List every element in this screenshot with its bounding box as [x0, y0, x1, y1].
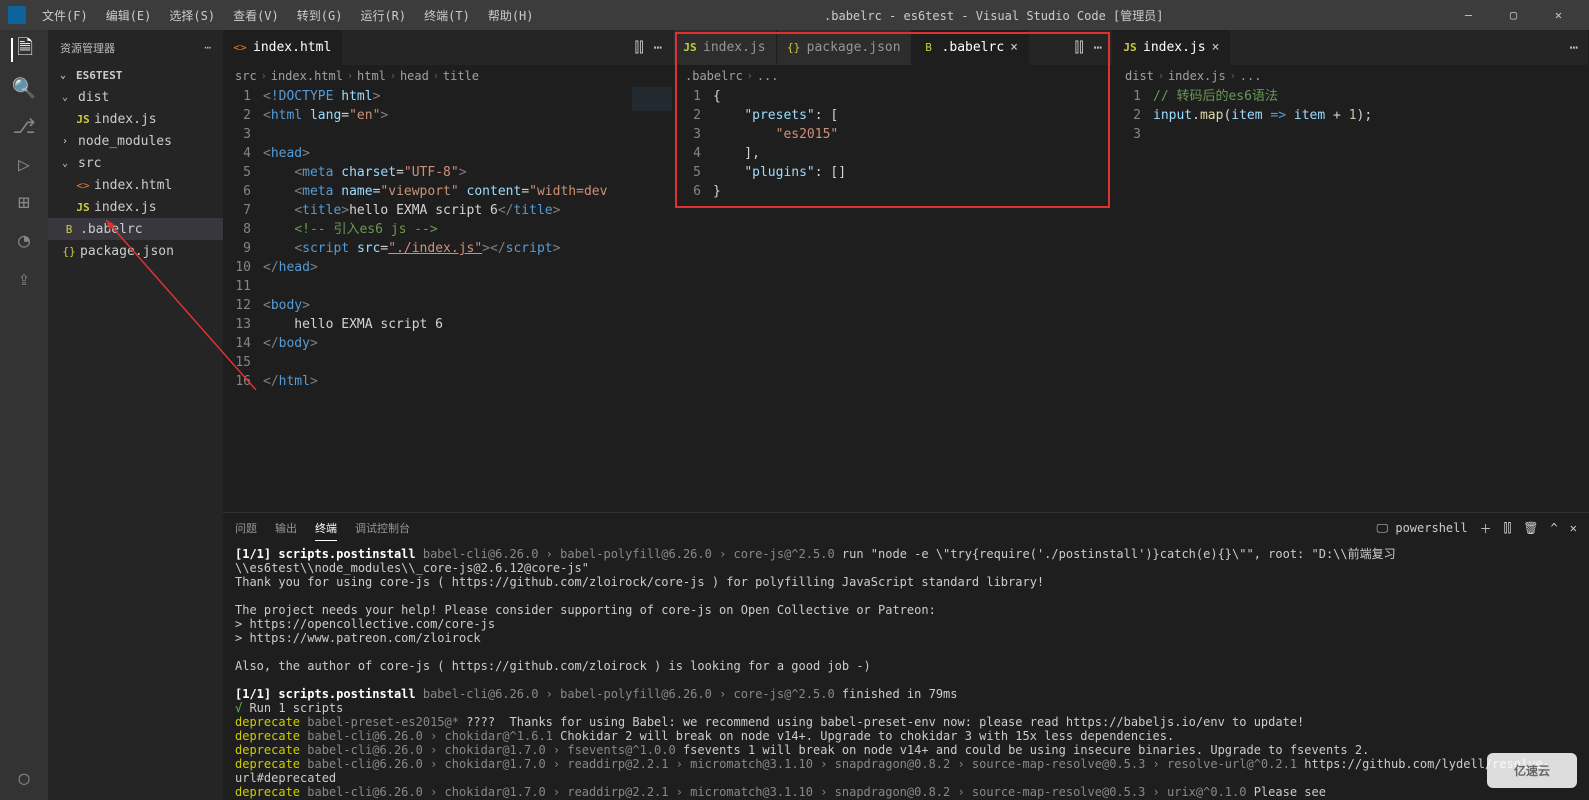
split-editor-icon[interactable]: ⫿⫿	[1075, 40, 1084, 56]
sidebar: 资源管理器 ⋯ ⌄ ES6TEST ⌄distJSindex.js›node_m…	[48, 30, 223, 800]
code-content[interactable]: <!DOCTYPE html> <html lang="en"> <head> …	[263, 87, 632, 512]
editor[interactable]: 12345678910111213141516 <!DOCTYPE html> …	[223, 87, 672, 512]
panel-maximize-icon[interactable]: ^	[1551, 521, 1558, 535]
menu-item[interactable]: 选择(S)	[161, 3, 223, 28]
source-control-icon[interactable]: ⎇	[12, 114, 36, 138]
terminal-split-icon[interactable]: ⫿⫿	[1504, 521, 1512, 536]
panel-close-icon[interactable]: ✕	[1570, 521, 1577, 535]
editor-tab[interactable]: JSindex.js×	[1113, 30, 1230, 65]
tab-more-icon[interactable]: ⋯	[654, 40, 662, 56]
extensions-icon[interactable]: ⊞	[12, 190, 36, 214]
tree-item[interactable]: JSindex.js	[48, 108, 223, 130]
editor-tab[interactable]: <>index.html	[223, 30, 342, 65]
editor-group-1: <>index.html ⫿⫿ ⋯ src›index.html›html›head…	[223, 30, 673, 512]
menu-item[interactable]: 帮助(H)	[480, 3, 542, 28]
menu-item[interactable]: 查看(V)	[225, 3, 287, 28]
tab-more-icon[interactable]: ⋯	[1094, 40, 1102, 56]
editor-tab[interactable]: JSindex.js	[673, 30, 777, 65]
editor[interactable]: 123456 { "presets": [ "es2015" ], "plugi…	[673, 87, 1112, 512]
panel-tab-debug[interactable]: 调试控制台	[355, 516, 410, 540]
accounts-icon[interactable]: ◯	[12, 766, 36, 790]
menu-item[interactable]: 终端(T)	[416, 3, 478, 28]
gutter: 123	[1113, 87, 1153, 512]
tabs-row: JSindex.js{}package.jsonB.babelrc× ⫿⫿ ⋯	[673, 30, 1112, 65]
titlebar: 文件(F)编辑(E)选择(S)查看(V)转到(G)运行(R)终端(T)帮助(H)…	[0, 0, 1589, 30]
tree-item[interactable]: ⌄dist	[48, 86, 223, 108]
menu-item[interactable]: 转到(G)	[289, 3, 351, 28]
panel-tab-output[interactable]: 输出	[275, 516, 297, 540]
tabs-row: <>index.html ⫿⫿ ⋯	[223, 30, 672, 65]
editor-tab[interactable]: B.babelrc×	[912, 30, 1029, 65]
tree-item[interactable]: {}package.json	[48, 240, 223, 262]
sidebar-more-icon[interactable]: ⋯	[204, 41, 211, 54]
breadcrumb[interactable]: .babelrc›...	[673, 65, 1112, 87]
activity-bar: 🗎 🔍 ⎇ ▷ ⊞ ◔ ⇪	[0, 30, 48, 800]
search-icon[interactable]: 🔍	[12, 76, 36, 100]
tab-more-icon[interactable]: ⋯	[1570, 40, 1578, 56]
editor-tab[interactable]: {}package.json	[777, 30, 912, 65]
breadcrumb[interactable]: dist›index.js›...	[1113, 65, 1588, 87]
explorer-icon[interactable]: 🗎	[11, 38, 35, 62]
file-tree: ⌄distJSindex.js›node_modules⌄src<>index.…	[48, 86, 223, 262]
editor-group-3: JSindex.js× ⋯ dist›index.js›... 123 // 转码…	[1113, 30, 1589, 512]
menu-item[interactable]: 编辑(E)	[98, 3, 160, 28]
tree-item[interactable]: <>index.html	[48, 174, 223, 196]
run-debug-icon[interactable]: ▷	[12, 152, 36, 176]
panel-tab-terminal[interactable]: 终端	[315, 516, 337, 541]
tabs-row: JSindex.js× ⋯	[1113, 30, 1588, 65]
vscode-logo-icon	[8, 6, 26, 24]
maximize-button[interactable]: ▢	[1491, 0, 1536, 30]
editor[interactable]: 123 // 转码后的es6语法 input.map(item => item …	[1113, 87, 1588, 512]
timeline-icon[interactable]: ◔	[12, 228, 36, 252]
share-icon[interactable]: ⇪	[12, 266, 36, 290]
menu-bar: 文件(F)编辑(E)选择(S)查看(V)转到(G)运行(R)终端(T)帮助(H)	[34, 3, 542, 28]
terminal-kill-icon[interactable]: 🗑	[1523, 521, 1538, 535]
tab-close-icon[interactable]: ×	[1212, 40, 1220, 55]
gutter: 12345678910111213141516	[223, 87, 263, 512]
menu-item[interactable]: 运行(R)	[352, 3, 414, 28]
tab-close-icon[interactable]: ×	[1010, 40, 1018, 55]
split-editor-icon[interactable]: ⫿⫿	[635, 40, 644, 56]
panel: 问题 输出 终端 调试控制台 🖵 powershell ＋ ⫿⫿ 🗑 ^ ✕ […	[223, 512, 1589, 800]
watermark: 亿速云	[1487, 753, 1577, 788]
minimap[interactable]	[632, 87, 672, 512]
minimize-button[interactable]: ―	[1446, 0, 1491, 30]
code-content[interactable]: { "presets": [ "es2015" ], "plugins": []…	[713, 87, 1072, 512]
sidebar-title: 资源管理器	[60, 40, 115, 56]
editor-group-2: JSindex.js{}package.jsonB.babelrc× ⫿⫿ ⋯ .b…	[673, 30, 1113, 512]
project-header[interactable]: ⌄ ES6TEST	[48, 65, 223, 86]
code-content[interactable]: // 转码后的es6语法 input.map(item => item + 1)…	[1153, 87, 1548, 512]
minimap[interactable]	[1548, 87, 1588, 512]
panel-tabs: 问题 输出 终端 调试控制台 🖵 powershell ＋ ⫿⫿ 🗑 ^ ✕	[223, 513, 1589, 543]
gutter: 123456	[673, 87, 713, 512]
tree-item[interactable]: JSindex.js	[48, 196, 223, 218]
panel-tab-problems[interactable]: 问题	[235, 516, 257, 540]
menu-item[interactable]: 文件(F)	[34, 3, 96, 28]
tree-item[interactable]: ›node_modules	[48, 130, 223, 152]
breadcrumb[interactable]: src›index.html›html›head›title	[223, 65, 672, 87]
tree-item[interactable]: ⌄src	[48, 152, 223, 174]
window-title: .babelrc - es6test - Visual Studio Code …	[542, 7, 1447, 24]
close-button[interactable]: ✕	[1536, 0, 1581, 30]
tree-item[interactable]: B.babelrc	[48, 218, 223, 240]
terminal-content[interactable]: [1/1] scripts.postinstall babel-cli@6.26…	[223, 543, 1589, 800]
terminal-shell-label[interactable]: 🖵 powershell	[1377, 521, 1468, 536]
minimap[interactable]	[1072, 87, 1112, 512]
terminal-add-icon[interactable]: ＋	[1480, 520, 1492, 537]
